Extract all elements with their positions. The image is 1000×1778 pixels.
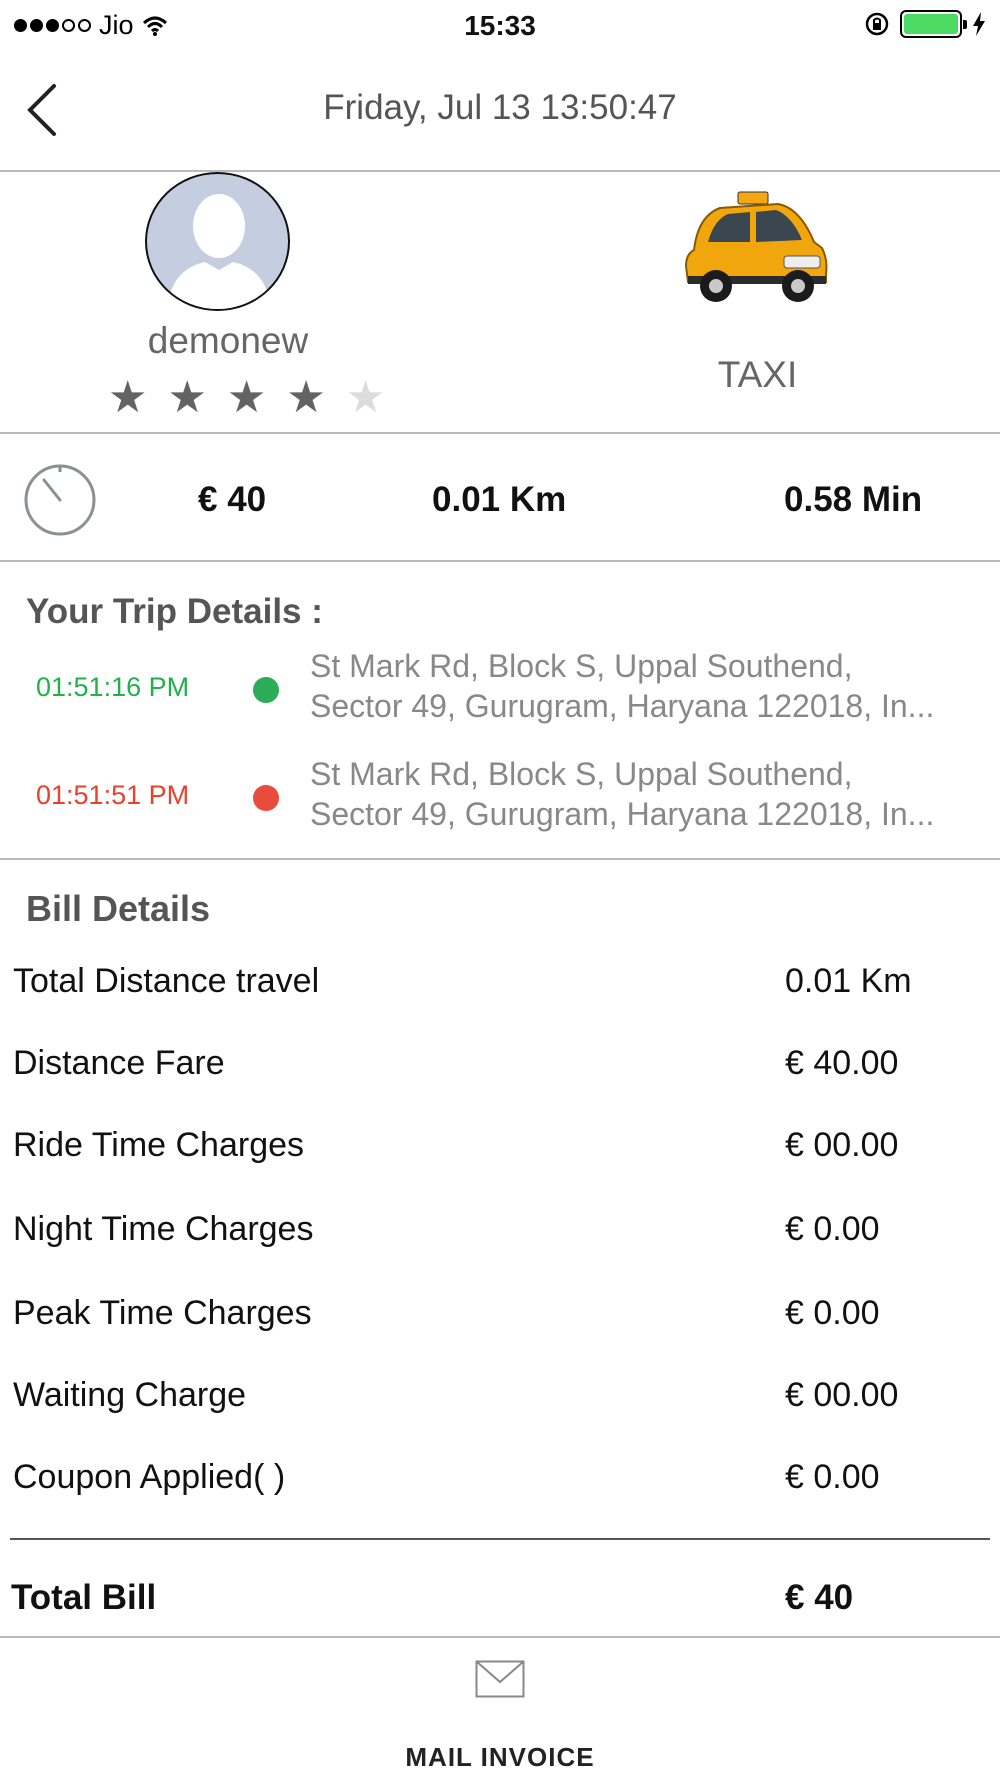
bill-row-night-time: Night Time Charges € 0.00 — [0, 1210, 1000, 1260]
pickup-address: St Mark Rd, Block S, Uppal Southend, Sec… — [310, 646, 990, 726]
total-bill-label: Total Bill — [11, 1578, 157, 1617]
avatar — [145, 172, 290, 311]
taxi-car-icon — [684, 191, 828, 302]
envelope-icon — [475, 1660, 525, 1698]
page-title: Friday, Jul 13 13:50:47 — [323, 88, 677, 127]
bill-row-value: € 0.00 — [785, 1458, 880, 1496]
charging-bolt-icon — [973, 12, 985, 36]
bill-row-label: Night Time Charges — [13, 1210, 314, 1248]
nav-bar: Friday, Jul 13 13:50:47 — [0, 50, 1000, 172]
pickup-address-line1: St Mark Rd, Block S, Uppal Southend, — [310, 648, 853, 684]
battery-icon — [900, 10, 967, 38]
status-time: 15:33 — [464, 10, 536, 41]
bill-row-value: 0.01 Km — [785, 962, 912, 1000]
drop-time: 01:51:51 PM — [36, 780, 190, 810]
bill-row-total-distance: Total Distance travel 0.01 Km — [0, 962, 1000, 1012]
driver-section: demonew ★ ★ ★ ★ ★ TAXI — [0, 172, 1000, 434]
status-bar: Jio 15:33 — [0, 0, 1000, 50]
star-icon: ★ — [226, 373, 267, 422]
pickup-time: 01:51:16 PM — [36, 672, 190, 702]
summary-fare: € 40 — [198, 480, 267, 519]
drop-address: St Mark Rd, Block S, Uppal Southend, Sec… — [310, 754, 990, 834]
bill-divider — [10, 1538, 990, 1540]
bill-row-value: € 40.00 — [785, 1044, 899, 1082]
bill-row-coupon: Coupon Applied( ) € 0.00 — [0, 1458, 1000, 1508]
trip-details-title: Your Trip Details : — [26, 592, 323, 631]
orientation-lock-icon — [865, 12, 889, 36]
drop-row: 01:51:51 PM St Mark Rd, Block S, Uppal S… — [0, 754, 1000, 834]
star-icon: ★ — [167, 373, 207, 422]
star-icon: ★ — [108, 373, 148, 422]
bill-row-peak-time: Peak Time Charges € 0.00 — [0, 1294, 1000, 1344]
total-bill-value: € 40 — [785, 1578, 854, 1617]
bill-row-distance-fare: Distance Fare € 40.00 — [0, 1044, 1000, 1094]
star-empty-icon: ★ — [345, 373, 386, 422]
vehicle-type: TAXI — [717, 354, 798, 395]
bill-row-label: Distance Fare — [13, 1044, 225, 1082]
summary-distance: 0.01 Km — [432, 480, 567, 519]
bill-row-value: € 0.00 — [785, 1210, 880, 1248]
driver-name: demonew — [147, 320, 309, 361]
bill-row-waiting: Waiting Charge € 00.00 — [0, 1376, 1000, 1426]
user-placeholder-icon — [167, 194, 271, 309]
bill-details: Bill Details Total Distance travel 0.01 … — [0, 860, 1000, 1636]
trip-details: Your Trip Details : 01:51:16 PM St Mark … — [0, 562, 1000, 860]
drop-address-line1: St Mark Rd, Block S, Uppal Southend, — [310, 756, 853, 792]
bill-row-value: € 00.00 — [785, 1376, 899, 1414]
bill-row-label: Waiting Charge — [13, 1376, 247, 1414]
trip-summary: € 40 0.01 Km 0.58 Min — [0, 434, 1000, 562]
drop-dot-icon — [253, 785, 279, 811]
driver-rating: ★ ★ ★ ★ ★ — [108, 376, 385, 420]
summary-duration: 0.58 Min — [784, 480, 923, 519]
status-right — [864, 10, 986, 38]
star-icon: ★ — [286, 373, 326, 422]
bill-row-label: Coupon Applied( ) — [13, 1458, 286, 1496]
bill-row-label: Total Distance travel — [13, 962, 320, 1000]
meter-icon — [24, 464, 96, 536]
pickup-address-line2: Sector 49, Gurugram, Haryana 122018, In.… — [310, 688, 935, 724]
pickup-dot-icon — [253, 677, 279, 703]
drop-address-line2: Sector 49, Gurugram, Haryana 122018, In.… — [310, 796, 935, 832]
bill-row-label: Ride Time Charges — [13, 1126, 305, 1164]
bill-details-title: Bill Details — [26, 888, 211, 929]
bill-row-ride-time: Ride Time Charges € 00.00 — [0, 1126, 1000, 1176]
pickup-row: 01:51:16 PM St Mark Rd, Block S, Uppal S… — [0, 646, 1000, 726]
bill-row-value: € 0.00 — [785, 1294, 880, 1332]
mail-invoice-button[interactable]: MAIL INVOICE — [0, 1636, 1000, 1778]
mail-invoice-label: MAIL INVOICE — [405, 1742, 595, 1772]
bill-row-value: € 00.00 — [785, 1126, 899, 1164]
bill-row-label: Peak Time Charges — [13, 1294, 312, 1332]
